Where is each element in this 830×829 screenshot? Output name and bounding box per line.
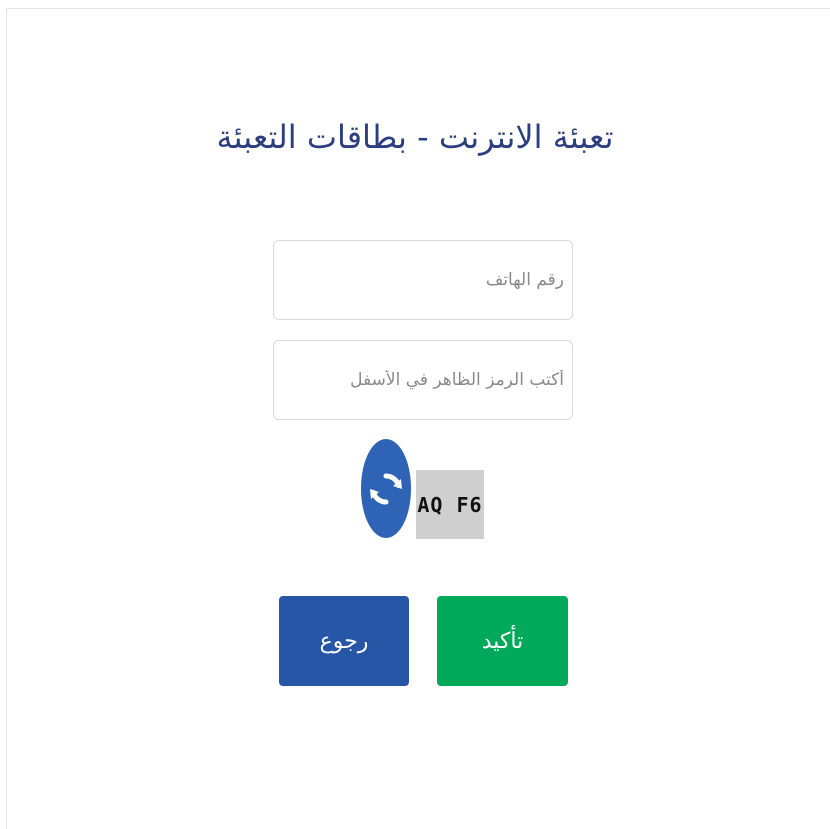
phone-input[interactable]: [274, 241, 572, 319]
captcha-code-input[interactable]: [274, 341, 572, 419]
phone-field[interactable]: [273, 240, 573, 320]
page-title: تعبئة الانترنت - بطاقات التعبئة: [216, 118, 614, 156]
back-button[interactable]: رجوع: [279, 596, 409, 686]
captcha-image: AQ F6: [416, 470, 484, 539]
refresh-captcha-button[interactable]: [361, 439, 411, 538]
confirm-button[interactable]: تأكيد: [437, 596, 568, 686]
captcha-code-field[interactable]: [273, 340, 573, 420]
refresh-icon: [370, 473, 402, 504]
